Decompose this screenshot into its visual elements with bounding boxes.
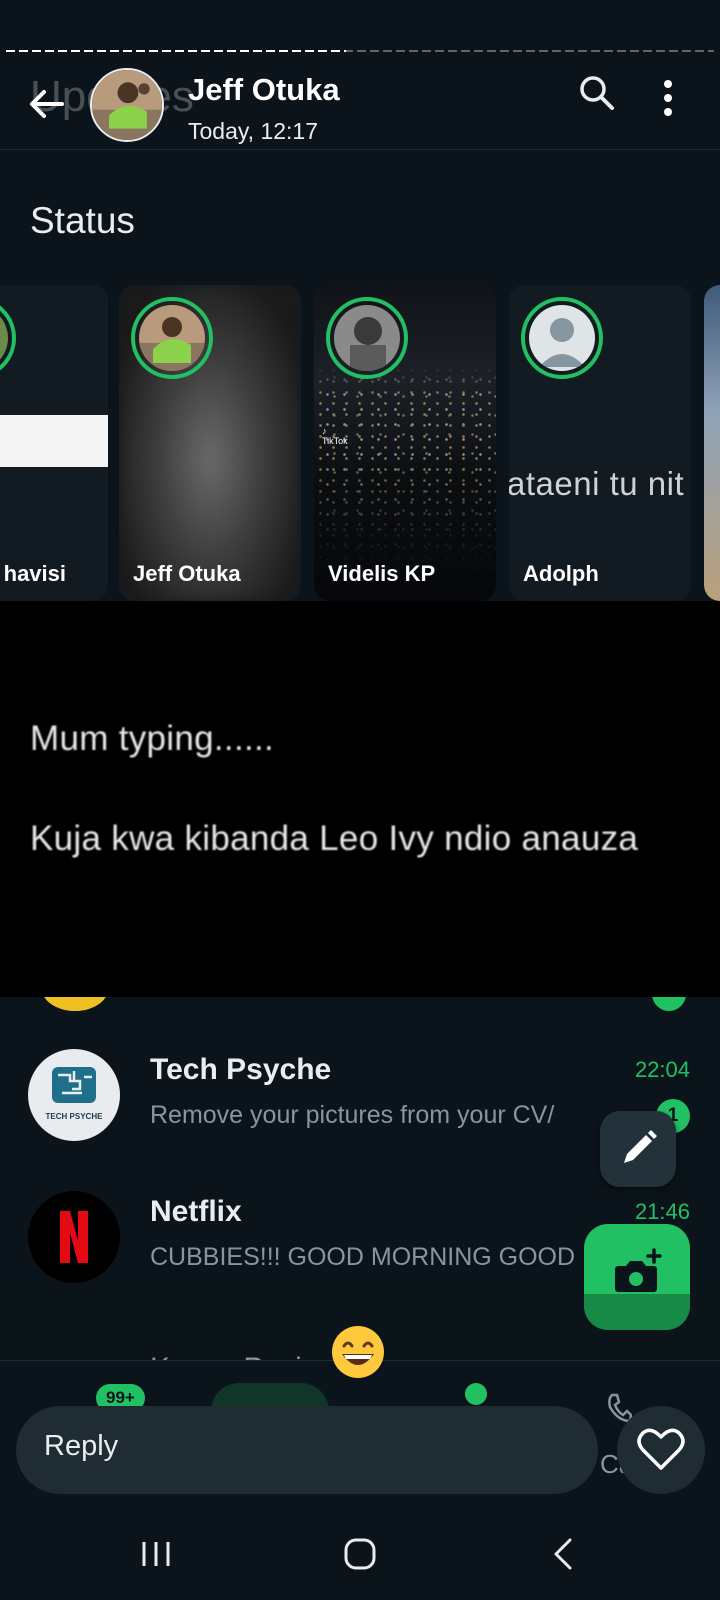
heart-icon — [637, 1428, 685, 1470]
status-card[interactable] — [704, 285, 720, 601]
status-ring — [0, 297, 16, 379]
netflix-logo — [28, 1191, 120, 1283]
status-ring — [326, 297, 408, 379]
communities-dot — [465, 1383, 487, 1405]
status-text-line: Kuja kwa kibanda Leo Ivy ndio anauza — [30, 819, 639, 858]
status-timestamp: Today, 12:17 — [188, 118, 319, 144]
status-content: Mum typing...... Kuja kwa kibanda Leo Iv… — [0, 601, 720, 997]
chat-time: 21:46 — [634, 1199, 690, 1224]
status-ring — [131, 297, 213, 379]
chat-avatar — [28, 1191, 120, 1283]
camera-plus-icon — [615, 1248, 662, 1292]
contact-name: Jeff Otuka — [188, 72, 340, 107]
status-progress-bar — [6, 50, 714, 52]
status-cards-row: ... nkp disturbing...of not ready for ha… — [0, 285, 720, 601]
status-preview-image: ... nkp disturbing...of not ready for — [0, 415, 108, 467]
status-ring — [521, 297, 603, 379]
like-status-button[interactable] — [617, 1406, 705, 1494]
back-icon[interactable] — [544, 1536, 584, 1572]
status-card[interactable]: Jeff Otuka — [119, 285, 301, 601]
status-text-line: Mum typing...... — [30, 719, 275, 758]
home-icon[interactable] — [340, 1536, 380, 1572]
svg-text:TECH PSYCHE: TECH PSYCHE — [46, 1112, 104, 1121]
status-card[interactable]: ataeni tu nit Adolph — [509, 285, 691, 601]
status-progress-fill — [6, 50, 346, 52]
chat-avatar: TECH PSYCHE — [28, 1049, 120, 1141]
status-card-name: Videlis KP — [328, 561, 436, 586]
system-navigation-bar — [0, 1510, 720, 1600]
more-options-icon[interactable] — [656, 76, 680, 120]
search-icon[interactable] — [576, 72, 618, 114]
status-viewer-screen: Updates Jeff Otuka Today, 12:17 Status — [0, 0, 720, 1600]
new-text-status-button[interactable] — [600, 1111, 676, 1187]
status-section-heading: Status — [30, 200, 135, 241]
status-card-overlay-text: ataeni tu nit — [509, 465, 685, 502]
camera-status-button[interactable] — [584, 1224, 690, 1330]
pencil-icon — [624, 1130, 657, 1163]
chat-title: Tech Psyche — [150, 1053, 332, 1086]
chat-time: 22:04 — [634, 1057, 690, 1082]
recent-apps-icon[interactable] — [136, 1536, 176, 1572]
partial-chat-row — [0, 997, 720, 1011]
chat-preview: CUBBIES!!! GOOD MORNING GOOD — [150, 1243, 576, 1271]
chat-preview: Remove your pictures from your CV/ — [150, 1101, 555, 1129]
reply-placeholder: Reply — [44, 1430, 119, 1462]
status-viewer-header: Updates Jeff Otuka Today, 12:17 — [0, 60, 720, 150]
status-card[interactable]: ... nkp disturbing...of not ready for ha… — [0, 285, 108, 601]
status-card[interactable]: ♪ TikTok Videlis KP — [314, 285, 496, 601]
back-arrow-icon[interactable] — [24, 82, 68, 126]
status-card-name: Adolph — [523, 561, 599, 586]
header-divider — [0, 149, 720, 150]
status-card-name: Jeff Otuka — [133, 561, 241, 586]
chat-title: Netflix — [150, 1195, 242, 1228]
tiktok-logo: ♪ TikTok — [322, 426, 348, 446]
default-avatar-icon — [529, 305, 595, 371]
grinning-face-emoji[interactable] — [330, 1324, 386, 1380]
contact-avatar[interactable] — [90, 68, 164, 142]
status-card-name: havisi — [3, 561, 66, 586]
city-lights-decoration — [314, 365, 496, 575]
